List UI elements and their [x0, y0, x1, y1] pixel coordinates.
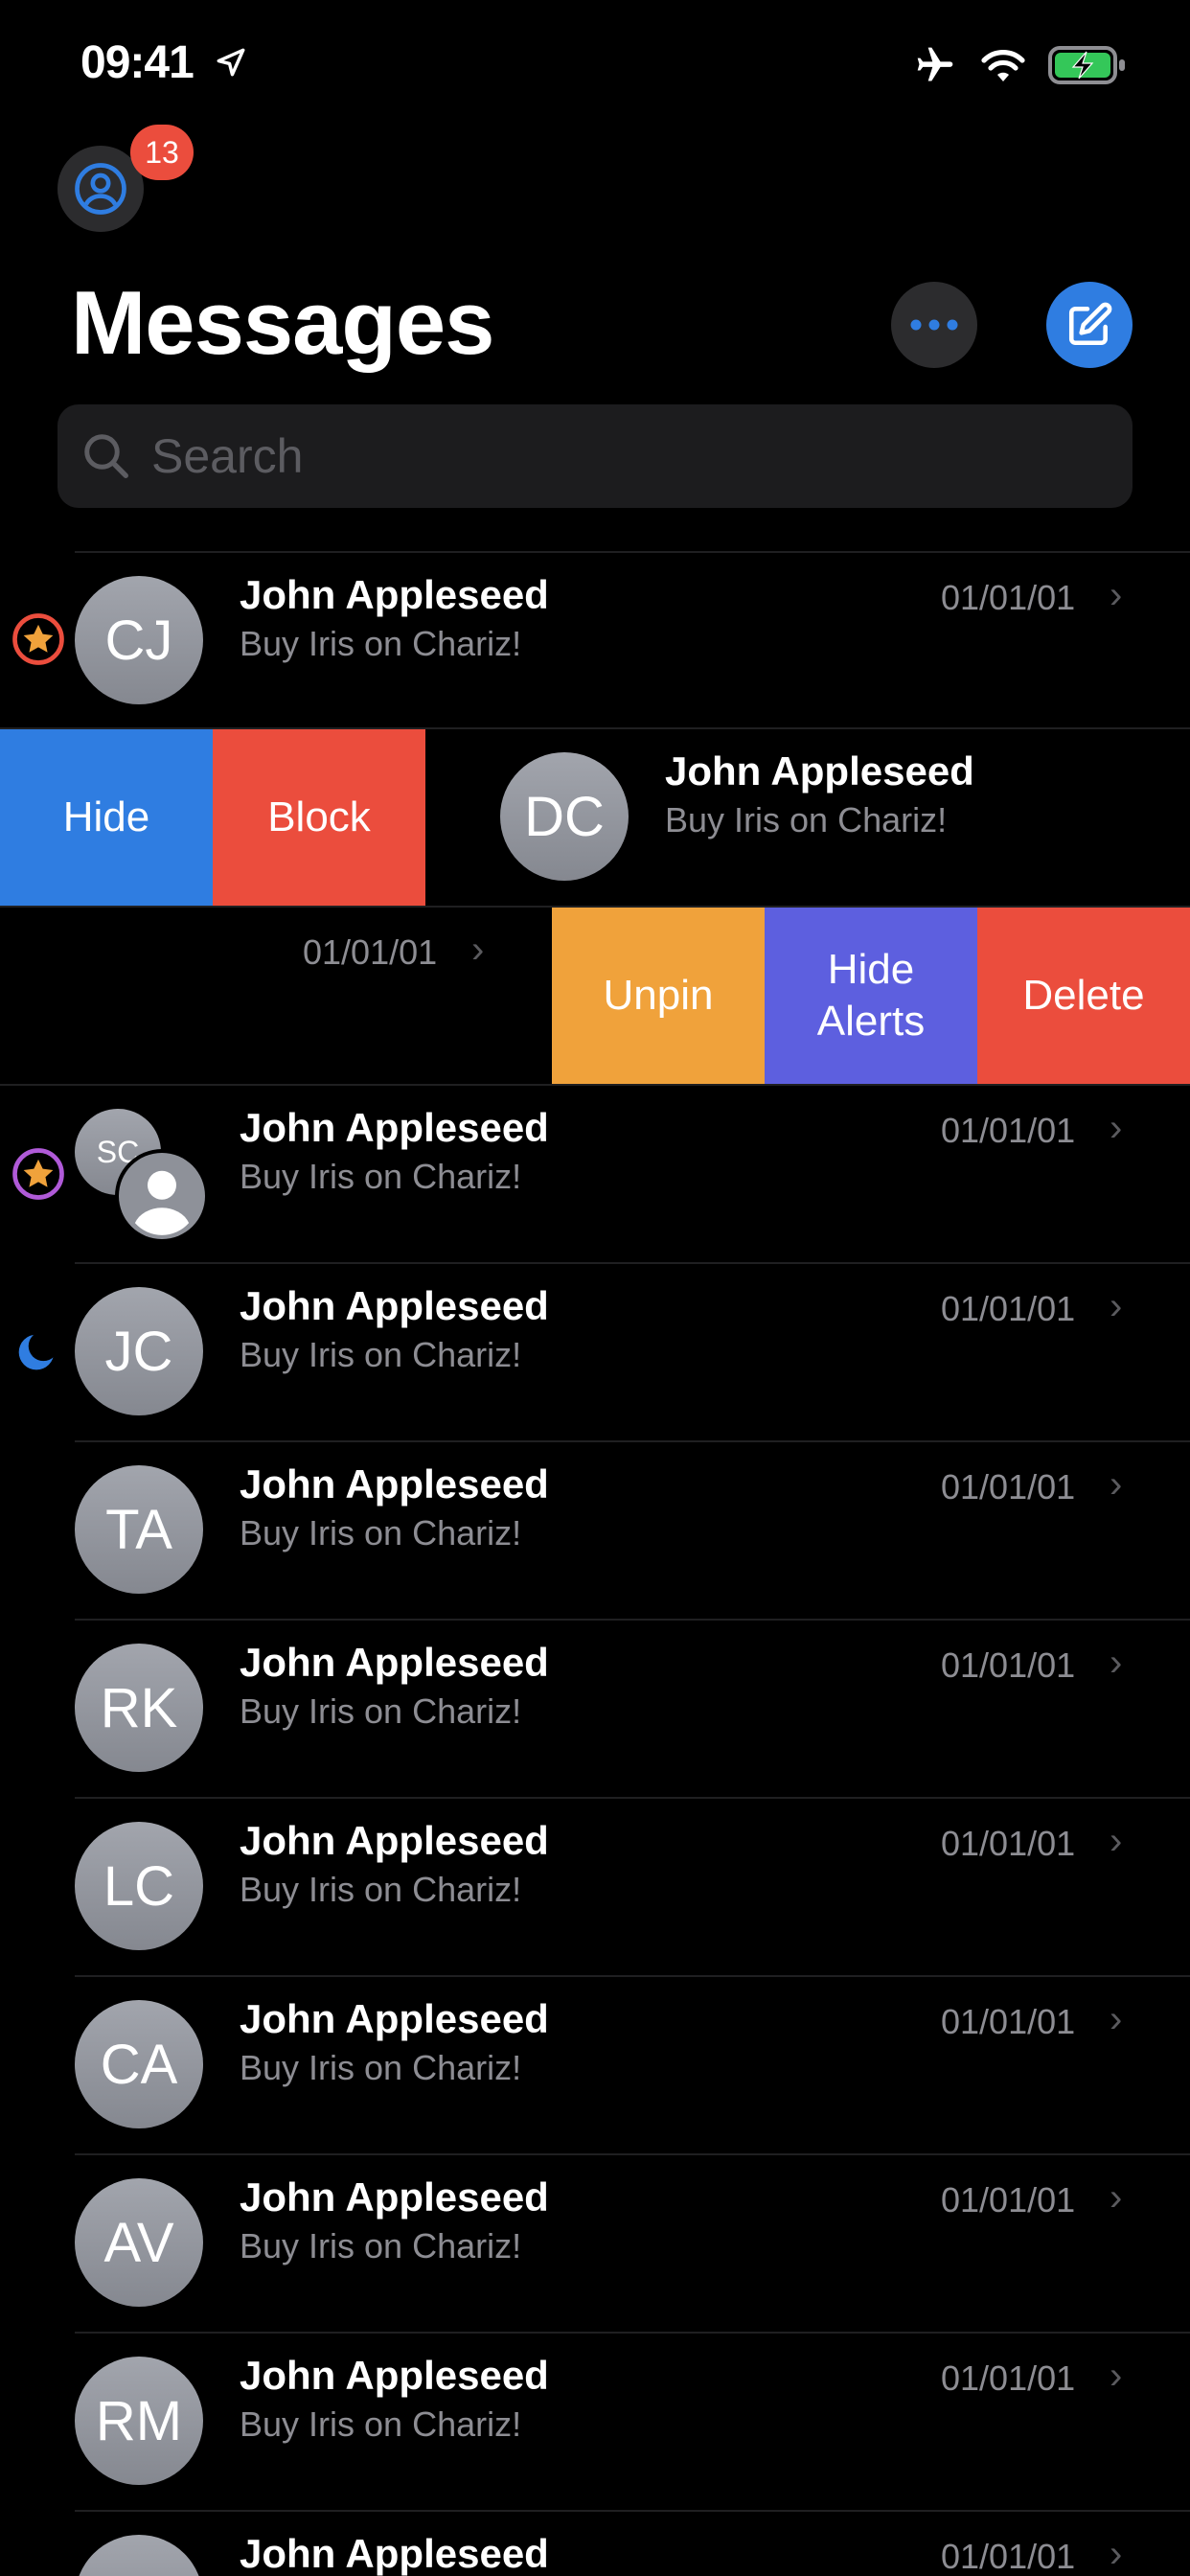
hide-alerts-action-button[interactable]: Hide Alerts	[765, 908, 977, 1084]
block-action-button[interactable]: Block	[213, 729, 425, 906]
chevron-right-icon: ›	[1110, 1463, 1123, 1506]
avatar: TA	[75, 1465, 203, 1594]
message-preview: Buy Iris on Chariz!	[240, 2226, 522, 2266]
message-date: 01/01/01	[941, 1824, 1076, 1863]
message-date: 01/01/01	[941, 1467, 1076, 1506]
compose-button[interactable]	[1046, 282, 1133, 368]
search-icon	[84, 434, 128, 478]
page-title: Messages	[71, 272, 494, 373]
message-preview: Buy Iris on Chariz!	[240, 1691, 522, 1731]
avatar: JC	[75, 1287, 203, 1415]
status-icons	[912, 40, 1127, 90]
conversation-row-swiped[interactable]: 01/01/01 › Unpin Hide Alerts Delete	[0, 908, 1190, 1084]
conversation-row[interactable]: RK John Appleseed Buy Iris on Chariz! 01…	[0, 1621, 1190, 1797]
message-preview: Buy Iris on Chariz!	[240, 624, 522, 663]
location-arrow-icon	[217, 48, 245, 77]
pinned-star-icon	[12, 613, 64, 665]
notification-badge: 13	[130, 125, 194, 180]
battery-charging-icon	[1048, 46, 1125, 84]
chevron-right-icon: ›	[1110, 1285, 1123, 1327]
compose-icon	[1068, 302, 1112, 346]
contact-name: John Appleseed	[240, 1996, 549, 2041]
chevron-right-icon: ›	[1110, 2533, 1123, 2575]
avatar: CA	[75, 2000, 203, 2128]
conversation-row[interactable]: RM John Appleseed Buy Iris on Chariz! 01…	[0, 2334, 1190, 2510]
message-preview: Buy Iris on Chariz!	[240, 2048, 522, 2087]
conversation-row[interactable]: SC John Appleseed Buy Iris on Chariz! 01…	[0, 1086, 1190, 1262]
conversation-row[interactable]: CJ John Appleseed Buy Iris on Chariz! 01…	[0, 553, 1190, 729]
contact-name: John Appleseed	[240, 1818, 549, 1863]
message-preview: Buy Iris on Chariz!	[240, 2404, 522, 2444]
message-date: 01/01/01	[941, 578, 1076, 617]
chevron-right-icon: ›	[1110, 1998, 1123, 2040]
chevron-right-icon: ›	[1110, 2176, 1123, 2219]
message-date: 01/01/01	[941, 1111, 1076, 1150]
conversation-row[interactable]: TA John Appleseed Buy Iris on Chariz! 01…	[0, 1442, 1190, 1619]
contact-name: John Appleseed	[240, 1461, 549, 1506]
contact-name: John Appleseed	[240, 2531, 549, 2576]
chevron-right-icon: ›	[1110, 2355, 1123, 2397]
message-preview: Buy Iris on Chariz!	[240, 1157, 522, 1196]
hide-action-button[interactable]: Hide	[0, 729, 213, 906]
conversation-row[interactable]: LC John Appleseed Buy Iris on Chariz! 01…	[0, 1799, 1190, 1975]
airplane-icon	[917, 47, 953, 81]
contact-name: John Appleseed	[240, 2174, 549, 2220]
avatar: CJ	[75, 576, 203, 704]
message-date: 01/01/01	[941, 1645, 1076, 1685]
message-date: 01/01/01	[941, 2180, 1076, 2220]
message-date: 01/01/01	[941, 2358, 1076, 2398]
chevron-right-icon: ›	[471, 929, 485, 971]
conversation-row[interactable]: AV John Appleseed Buy Iris on Chariz! 01…	[0, 2155, 1190, 2332]
contact-name: John Appleseed	[240, 1283, 549, 1328]
avatar: RK	[75, 1644, 203, 1772]
message-date: 01/01/01	[941, 2537, 1076, 2576]
chevron-right-icon: ›	[1110, 1642, 1123, 1684]
avatar	[75, 2535, 203, 2576]
avatar: LC	[75, 1822, 203, 1950]
avatar: RM	[75, 2357, 203, 2485]
chevron-right-icon: ›	[1110, 574, 1123, 616]
message-date: 01/01/01	[941, 2002, 1076, 2041]
contact-name: John Appleseed	[240, 1640, 549, 1685]
message-preview: Buy Iris on Chariz!	[240, 1870, 522, 1909]
delete-action-button[interactable]: Delete	[977, 908, 1190, 1084]
status-time: 09:41	[80, 37, 195, 88]
conversation-row[interactable]: John Appleseed 01/01/01 ›	[0, 2512, 1190, 2576]
message-date: 01/01/01	[941, 1289, 1076, 1328]
more-options-button[interactable]	[891, 282, 977, 368]
conversation-row[interactable]: CA John Appleseed Buy Iris on Chariz! 01…	[0, 1977, 1190, 2153]
group-member-avatar	[115, 1149, 209, 1243]
chevron-right-icon: ›	[1110, 1820, 1123, 1862]
message-preview: Buy Iris on Chariz!	[240, 1335, 522, 1374]
message-preview: Buy Iris on Chariz!	[665, 800, 948, 840]
contact-name: John Appleseed	[240, 2353, 549, 2398]
conversation-row[interactable]: JC John Appleseed Buy Iris on Chariz! 01…	[0, 1264, 1190, 1440]
message-date: 01/01/01	[303, 932, 438, 972]
message-preview: Buy Iris on Chariz!	[240, 1513, 522, 1552]
chevron-right-icon: ›	[1110, 1107, 1123, 1149]
search-input[interactable]	[149, 427, 1016, 485]
contact-name: John Appleseed	[240, 572, 549, 617]
unpin-action-button[interactable]: Unpin	[552, 908, 765, 1084]
ellipsis-icon	[910, 319, 958, 331]
avatar: DC	[500, 752, 629, 881]
wifi-icon	[981, 50, 1025, 81]
search-bar[interactable]	[57, 404, 1133, 508]
pinned-star-icon	[12, 1148, 64, 1200]
person-icon	[119, 1153, 205, 1239]
contact-name: John Appleseed	[665, 748, 974, 794]
person-circle-icon	[75, 163, 126, 215]
contact-name: John Appleseed	[240, 1105, 549, 1150]
conversation-row-swiped[interactable]: Hide Block DC John Appleseed Buy Iris on…	[0, 729, 1190, 906]
avatar: AV	[75, 2178, 203, 2307]
moon-icon	[18, 1331, 57, 1370]
